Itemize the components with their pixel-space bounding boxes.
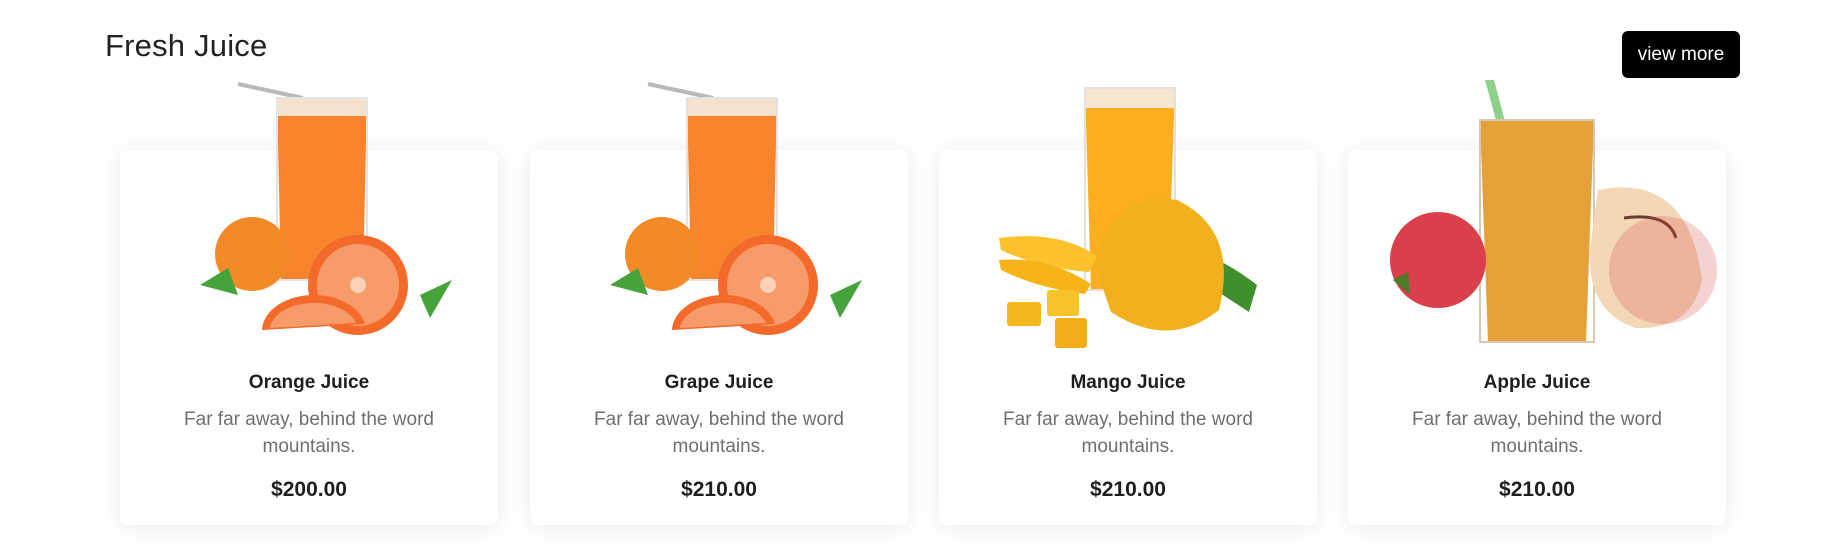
- orange-juice-icon[interactable]: [120, 80, 498, 355]
- product-price: $210.00: [1090, 478, 1166, 501]
- product-price: $210.00: [681, 478, 757, 501]
- section-title: Fresh Juice: [105, 28, 268, 63]
- product-price: $210.00: [1499, 478, 1575, 501]
- product-name: Grape Juice: [664, 372, 774, 393]
- product-description: Far far away, behind the word mountains.: [184, 409, 434, 457]
- product-description: Far far away, behind the word mountains.: [594, 409, 844, 457]
- product-description: Far far away, behind the word mountains.: [1003, 409, 1253, 457]
- product-name: Orange Juice: [248, 372, 370, 393]
- product-name: Apple Juice: [1483, 372, 1591, 393]
- orange-juice-icon[interactable]: [530, 80, 908, 355]
- view-more-button[interactable]: view more: [1622, 31, 1740, 78]
- apple-juice-icon[interactable]: [1348, 80, 1726, 355]
- product-name: Mango Juice: [1070, 372, 1186, 393]
- product-description: Far far away, behind the word mountains.: [1412, 409, 1662, 457]
- product-price: $200.00: [271, 478, 347, 501]
- mango-juice-icon[interactable]: [939, 80, 1317, 355]
